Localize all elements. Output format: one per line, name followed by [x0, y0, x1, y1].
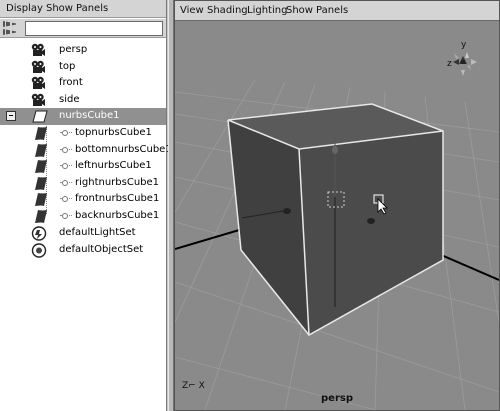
nurbs-surface-icon	[35, 160, 47, 174]
gizmo-y-label: y	[461, 40, 467, 50]
outliner-item-label: bottomnurbsCube1	[75, 143, 172, 155]
tree-branch-connector	[60, 130, 72, 136]
nurbs-surface-icon	[35, 210, 47, 223]
menu-show[interactable]: Show	[46, 3, 73, 14]
axis-indicator-arrow: ⌐	[188, 381, 199, 391]
axis-indicator-x: X	[198, 381, 205, 391]
outliner-item-side[interactable]: side	[0, 92, 166, 108]
perspective-viewport[interactable]: View Shading Lighting Show Panels y z Z⌐…	[174, 0, 500, 411]
camera-icon	[31, 93, 45, 106]
camera-icon	[31, 76, 45, 90]
nurbs-surface-icon	[35, 143, 47, 157]
menu-panels[interactable]: Panels	[316, 5, 348, 16]
outliner-item-label: topnurbsCube1	[75, 127, 152, 138]
nurbs-cube-icon	[32, 110, 48, 123]
filter-arrows-icon[interactable]	[3, 21, 19, 36]
outliner-item-persp[interactable]: persp	[0, 42, 166, 58]
outliner-item-frontnurbscube1[interactable]: frontnurbsCube1	[0, 191, 166, 207]
outliner-item-label: front	[59, 77, 83, 89]
tree-branch-connector	[60, 179, 72, 186]
nurbs-surface-icon	[35, 176, 47, 190]
outliner-item-label: leftnurbsCube1	[75, 160, 152, 172]
camera-icon	[31, 60, 45, 73]
light-set-icon	[31, 226, 47, 241]
outliner-item-label: defaultObjectSet	[59, 244, 144, 255]
nurbs-surface-icon	[35, 193, 47, 207]
outliner-menubar: Display Show Panels	[0, 0, 166, 18]
outliner-item-bottomnurbscube1[interactable]: bottomnurbsCube1	[0, 142, 172, 158]
outliner-item-backnurbscube1[interactable]: backnurbsCube1	[0, 208, 166, 224]
menu-show[interactable]: Show	[286, 5, 313, 16]
gizmo-z-label: z	[447, 59, 452, 69]
object-set-icon	[31, 243, 47, 258]
outliner-item-label: nurbsCube1	[59, 110, 120, 122]
collapse-toggle-icon[interactable]	[6, 111, 16, 122]
outliner-item-label: side	[59, 93, 80, 105]
outliner-item-front[interactable]: front	[0, 75, 166, 91]
outliner-item-label: backnurbsCube1	[75, 210, 160, 221]
menu-shading[interactable]: Shading	[207, 5, 248, 16]
camera-name-label: persp	[321, 393, 353, 404]
viewport-scene[interactable]: y z	[175, 22, 499, 410]
outliner-item-leftnurbscube1[interactable]: leftnurbsCube1	[0, 158, 166, 174]
outliner-filter-row	[0, 19, 166, 38]
outliner-item-top[interactable]: top	[0, 59, 166, 75]
tree-branch-connector	[60, 196, 72, 203]
menu-display[interactable]: Display	[6, 3, 43, 14]
tree-branch-connector	[60, 163, 72, 170]
menu-panels[interactable]: Panels	[76, 3, 108, 14]
axis-indicator: Z⌐ X	[182, 381, 205, 391]
outliner-filter-input[interactable]	[25, 21, 163, 36]
outliner-item-rightnurbscube1[interactable]: rightnurbsCube1	[0, 175, 166, 191]
outliner-item-label: rightnurbsCube1	[75, 176, 160, 188]
outliner-item-nurbscube1[interactable]: nurbsCube1	[0, 108, 166, 125]
camera-icon	[31, 43, 45, 56]
tree-branch-connector	[60, 213, 72, 219]
nurbs-surface-icon	[35, 127, 47, 140]
outliner-item-label: persp	[59, 44, 88, 55]
outliner-item-defaultlightset[interactable]: defaultLightSet	[0, 225, 166, 241]
menu-lighting[interactable]: Lighting	[247, 5, 287, 16]
outliner-item-defaultobjectset[interactable]: defaultObjectSet	[0, 242, 166, 258]
outliner-panel: Display Show Panels persp top front side…	[0, 0, 172, 411]
outliner-item-label: frontnurbsCube1	[75, 193, 160, 205]
outliner-item-label: defaultLightSet	[59, 227, 136, 238]
tree-branch-connector	[60, 146, 72, 153]
viewport-menubar: View Shading Lighting Show Panels	[175, 1, 499, 21]
outliner-item-topnurbscube1[interactable]: topnurbsCube1	[0, 125, 166, 141]
outliner-item-label: top	[59, 60, 76, 72]
menu-view[interactable]: View	[180, 5, 204, 16]
